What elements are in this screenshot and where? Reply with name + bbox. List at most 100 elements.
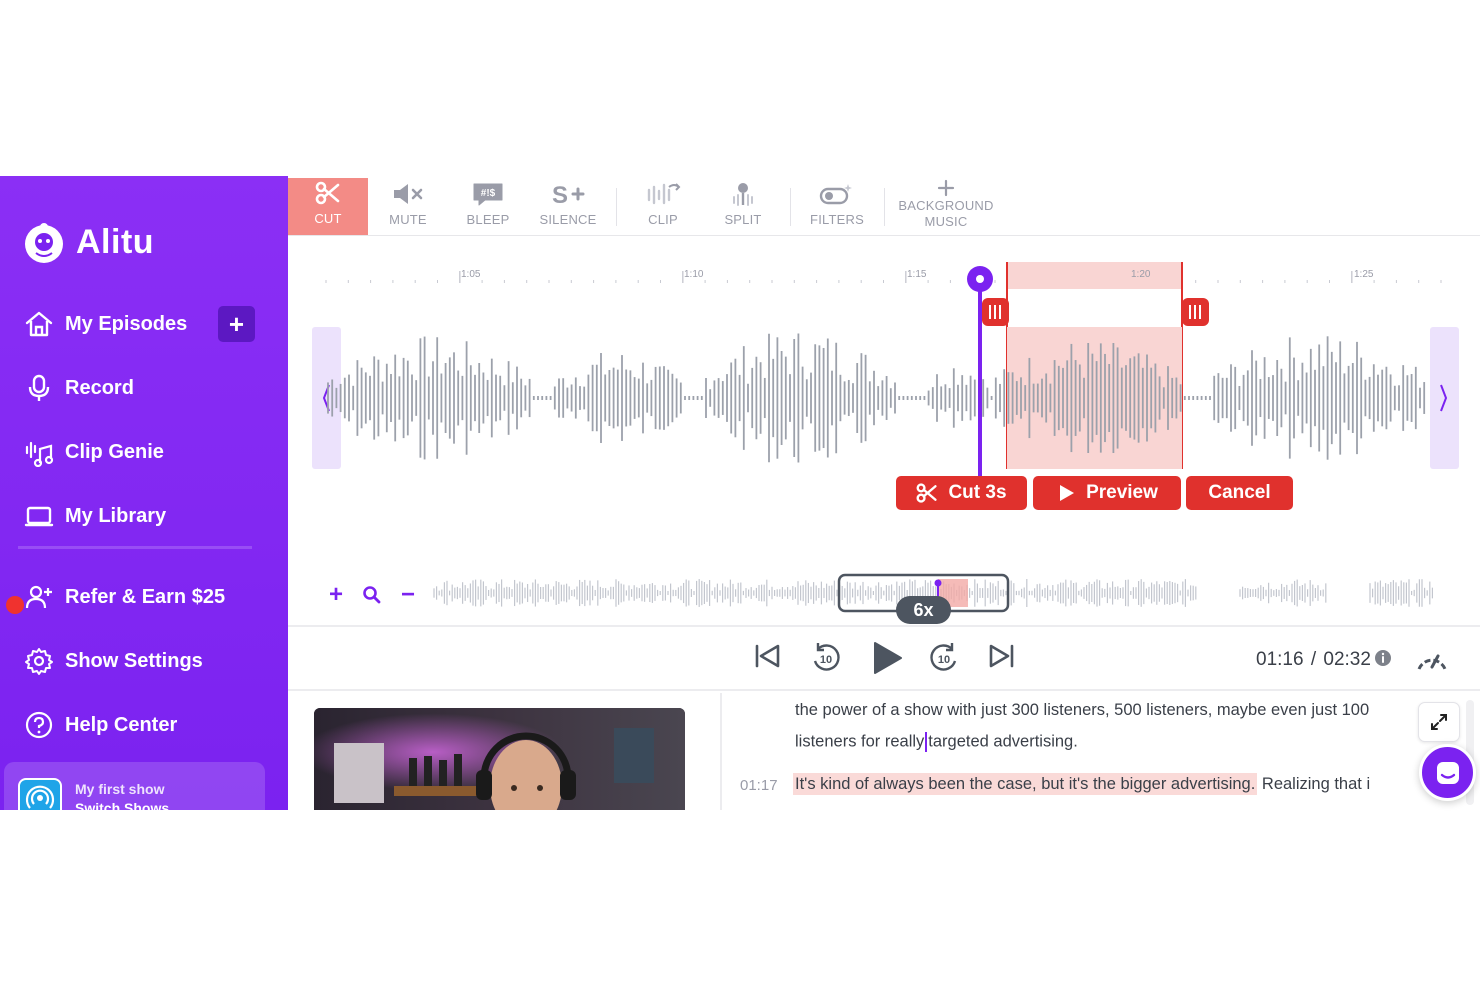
silence-icon: S <box>550 179 586 209</box>
video-frame <box>314 708 685 810</box>
zoom-out-button[interactable]: − <box>390 581 426 609</box>
mute-icon <box>391 179 425 209</box>
sidebar-item-show-settings[interactable]: Show Settings <box>24 643 203 679</box>
tool-label: MUTE <box>389 212 427 227</box>
tool-split[interactable]: SPLIT <box>713 179 773 235</box>
sidebar-item-label: Show Settings <box>65 649 203 672</box>
add-user-icon <box>24 582 54 612</box>
skip-to-end-button[interactable] <box>987 641 1017 671</box>
home-icon <box>24 309 54 339</box>
ruler-label: 1:15 <box>907 269 927 280</box>
toolbar-divider <box>616 188 617 226</box>
transcript-timestamp[interactable]: 01:17 <box>740 777 778 794</box>
playback-speed-button[interactable] <box>1415 645 1449 673</box>
alitu-mascot-icon <box>25 223 63 263</box>
tool-bleep[interactable]: #!$ BLEEP <box>458 179 518 235</box>
skip-to-start-button[interactable] <box>752 641 782 671</box>
cut-highlight-text: It's kind of always been the case, but i… <box>793 773 1258 795</box>
gear-icon <box>24 646 54 676</box>
expand-icon <box>1431 714 1447 730</box>
tool-label-line2: MUSIC <box>924 214 968 229</box>
cut-selection-label: Cut 3s <box>948 482 1007 503</box>
overview-playhead-dot <box>934 579 942 587</box>
scroll-right-handle[interactable] <box>1430 327 1459 469</box>
selection-ruler-highlight <box>1007 262 1182 289</box>
waveform-canvas[interactable] <box>288 237 1480 627</box>
tool-filters[interactable]: FILTERS <box>803 179 871 235</box>
ruler-label: 1:20 <box>1131 269 1151 280</box>
tool-cut[interactable]: CUT <box>288 178 368 235</box>
transcript-line[interactable]: listeners for really targeted advertising… <box>795 732 1078 752</box>
switch-shows-link[interactable]: Switch Shows <box>75 800 169 810</box>
svg-text:10: 10 <box>820 654 832 666</box>
sidebar-item-record[interactable]: Record <box>24 370 134 406</box>
help-icon <box>24 710 54 740</box>
transcript-line[interactable]: It's kind of always been the case, but i… <box>793 773 1370 795</box>
toolbar-divider <box>790 188 791 226</box>
sidebar-item-label: My Library <box>65 504 167 527</box>
transcript-line[interactable]: the power of a show with just 300 listen… <box>795 701 1369 720</box>
play-button[interactable] <box>871 641 903 675</box>
library-icon <box>24 501 54 531</box>
transcript-panel[interactable]: the power of a show with just 300 listen… <box>724 693 1480 810</box>
toolbar-divider <box>884 188 885 226</box>
skip-end-icon <box>989 644 1014 668</box>
rewind-10-button[interactable]: 10 <box>809 641 843 675</box>
sidebar-item-clip-genie[interactable]: Clip Genie <box>24 434 164 470</box>
ruler-label: 1:10 <box>684 269 704 280</box>
chat-support-button[interactable] <box>1419 744 1476 801</box>
skip-start-icon <box>755 644 780 668</box>
show-switcher[interactable]: My first show Switch Shows <box>4 762 265 810</box>
sidebar-item-label: Clip Genie <box>65 440 164 463</box>
clip-genie-icon <box>24 437 54 467</box>
sidebar-item-refer-earn[interactable]: Refer & Earn $25 <box>24 579 225 615</box>
svg-text:S: S <box>552 182 568 207</box>
expand-button[interactable] <box>1418 702 1460 742</box>
scissors-icon <box>916 482 938 504</box>
brand-name: Alitu <box>76 222 155 261</box>
tool-background-music[interactable]: BACKGROUND MUSIC <box>894 179 998 235</box>
sidebar-divider <box>18 546 252 549</box>
play-icon <box>1056 483 1076 503</box>
magnifier-icon <box>363 586 381 604</box>
zoom-in-button[interactable]: + <box>318 581 354 609</box>
ruler-label: 1:05 <box>461 269 481 280</box>
tool-mute[interactable]: MUTE <box>378 179 438 235</box>
sidebar-item-help-center[interactable]: Help Center <box>24 707 177 743</box>
sidebar-item-my-library[interactable]: My Library <box>24 498 166 534</box>
sidebar-item-my-episodes[interactable]: My Episodes <box>24 306 187 342</box>
ruler-label: 1:25 <box>1354 269 1374 280</box>
show-name: My first show <box>75 781 165 797</box>
alitu-logo[interactable]: Alitu <box>22 220 154 264</box>
preview-label: Preview <box>1086 482 1158 503</box>
clip-icon <box>645 179 681 209</box>
tool-label: SPLIT <box>724 212 762 227</box>
forward-10-icon: 10 <box>930 643 957 671</box>
rewind-10-icon: 10 <box>813 643 840 671</box>
tool-clip[interactable]: CLIP <box>633 179 693 235</box>
svg-text:10: 10 <box>938 654 950 666</box>
text-cursor <box>925 732 928 752</box>
sidebar-item-label: Record <box>65 376 134 399</box>
forward-10-button[interactable]: 10 <box>927 641 961 675</box>
waveform-timeline[interactable]: 1:05 1:10 1:15 1:20 1:25 Cut 3s Preview … <box>288 237 1480 627</box>
time-info-button[interactable] <box>1374 649 1392 667</box>
speedometer-icon <box>1417 654 1447 670</box>
svg-text:#!$: #!$ <box>481 188 496 199</box>
preview-button[interactable]: Preview <box>1033 476 1181 510</box>
add-episode-button[interactable]: + <box>218 306 255 342</box>
video-panel <box>288 693 722 810</box>
tool-label: BLEEP <box>466 212 510 227</box>
cut-selection-button[interactable]: Cut 3s <box>896 476 1027 510</box>
zoom-controls: + − <box>318 581 426 609</box>
selection-end-handle[interactable] <box>1182 298 1209 326</box>
chat-icon <box>1436 761 1459 784</box>
cancel-button[interactable]: Cancel <box>1186 476 1293 510</box>
selection-start-handle[interactable] <box>982 298 1009 326</box>
video-preview[interactable] <box>314 708 685 810</box>
waveform-bars <box>327 333 1426 463</box>
filters-icon <box>818 179 856 209</box>
tool-silence[interactable]: S SILENCE <box>533 179 603 235</box>
zoom-fit-button[interactable] <box>354 585 390 605</box>
scissors-icon <box>315 178 341 208</box>
